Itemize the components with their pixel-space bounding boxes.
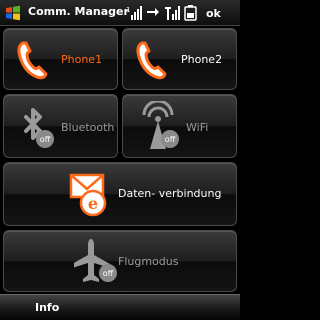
ok-button[interactable]: ok — [206, 7, 221, 20]
windows-start-icon[interactable] — [4, 4, 22, 22]
phone-handset-icon — [17, 41, 48, 80]
flight-mode-toggle-tile[interactable]: off Flugmodus — [3, 230, 237, 292]
info-softkey[interactable]: Info — [35, 301, 59, 314]
flight-mode-label: Flugmodus — [118, 255, 179, 268]
data-connection-toggle-tile[interactable]: e Daten- verbindung — [3, 162, 237, 226]
wifi-toggle-tile[interactable]: off WiFi — [122, 94, 237, 158]
bluetooth-label: Bluetooth — [61, 121, 115, 134]
signal-icon[interactable]: 1 — [126, 4, 142, 22]
email-internet-icon: e — [69, 173, 107, 217]
off-badge: off — [40, 135, 51, 144]
svg-text:1: 1 — [126, 6, 130, 14]
signal-2-icon[interactable] — [164, 4, 180, 22]
off-badge: off — [103, 269, 114, 278]
phone1-label: Phone1 — [61, 53, 103, 66]
title-bar: Comm. Manager 1 ok — [0, 0, 240, 26]
menu-bar: Info — [0, 294, 240, 320]
bluetooth-toggle-tile[interactable]: off Bluetooth — [3, 94, 118, 158]
svg-text:e: e — [88, 194, 98, 213]
phone-handset-icon — [136, 41, 167, 80]
wifi-label: WiFi — [186, 121, 209, 134]
airplane-icon: off — [74, 239, 117, 282]
app-title: Comm. Manager — [28, 5, 129, 18]
wifi-antenna-icon: off — [142, 101, 179, 149]
off-badge: off — [165, 135, 176, 144]
phone2-label: Phone2 — [181, 53, 223, 66]
bluetooth-icon: off — [24, 108, 54, 148]
data-connection-label: Daten- verbindung — [118, 187, 222, 200]
phone1-toggle-tile[interactable]: Phone1 — [3, 28, 118, 90]
status-area: 1 ok — [126, 3, 221, 23]
sync-arrows-icon[interactable] — [145, 4, 161, 22]
battery-icon[interactable] — [183, 4, 199, 22]
phone2-toggle-tile[interactable]: Phone2 — [122, 28, 237, 90]
